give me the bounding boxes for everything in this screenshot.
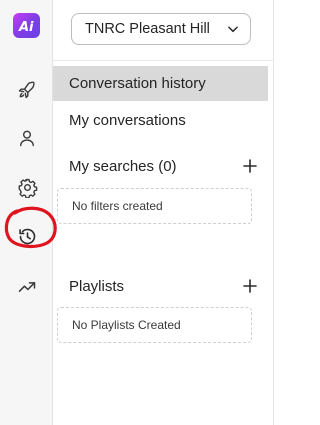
svg-text:Ai: Ai — [18, 20, 34, 33]
app-logo[interactable]: Ai — [13, 13, 40, 38]
conversation-panel: TNRC Pleasant Hill Conversation history … — [53, 0, 274, 425]
chevron-down-icon — [228, 26, 238, 33]
organization-select[interactable]: TNRC Pleasant Hill — [71, 13, 251, 45]
menu-item-label: My conversations — [69, 112, 186, 129]
my-searches-title: My searches (0) — [69, 157, 177, 175]
organization-select-value: TNRC Pleasant Hill — [85, 21, 210, 37]
icon-rail: Ai — [0, 0, 57, 425]
plus-icon — [243, 159, 257, 173]
menu-item-conversation-history[interactable]: Conversation history — [53, 66, 268, 101]
header-divider — [53, 60, 273, 61]
searches-empty-state: No filters created — [57, 188, 252, 224]
playlists-empty-text: No Playlists Created — [72, 318, 181, 332]
gear-icon[interactable] — [15, 175, 39, 199]
my-searches-header: My searches (0) — [69, 155, 258, 177]
playlists-title: Playlists — [69, 277, 125, 295]
logo-mark: Ai — [18, 20, 34, 33]
panel-border — [273, 0, 274, 425]
plus-icon — [243, 279, 257, 293]
add-search-button[interactable] — [242, 158, 258, 174]
searches-empty-text: No filters created — [72, 199, 163, 213]
highlight-annotation-circle — [4, 206, 57, 249]
person-icon[interactable] — [15, 126, 39, 150]
playlists-empty-state: No Playlists Created — [57, 307, 252, 343]
menu-item-label: Conversation history — [69, 75, 206, 92]
add-playlist-button[interactable] — [242, 278, 258, 294]
playlists-header: Playlists — [69, 275, 258, 297]
menu-item-my-conversations[interactable]: My conversations — [53, 103, 268, 138]
trending-up-icon[interactable] — [15, 275, 39, 299]
rocket-icon[interactable] — [15, 78, 39, 102]
